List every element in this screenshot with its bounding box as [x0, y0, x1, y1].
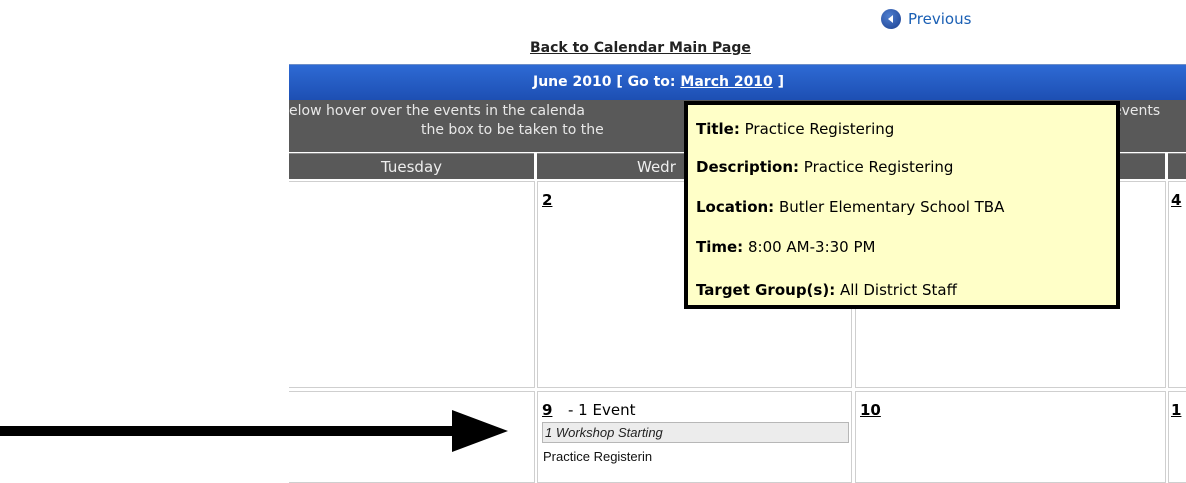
tooltip-title-label: Title:: [696, 120, 740, 138]
tooltip-target-value: All District Staff: [839, 281, 957, 299]
instructions-line-1-right: events: [1113, 103, 1161, 119]
calendar-cell: [289, 181, 535, 388]
calendar-cell: 10: [855, 391, 1166, 483]
day-header-tuesday: Tuesday: [289, 153, 534, 179]
tooltip-target-row: Target Group(s): All District Staff: [696, 281, 957, 299]
calendar-cell: 4: [1168, 181, 1186, 388]
month-header-bar: June 2010 [ Go to: March 2010 ]: [289, 64, 1186, 100]
back-to-calendar-link[interactable]: Back to Calendar Main Page: [530, 40, 751, 56]
tooltip-title-value: Practice Registering: [744, 120, 895, 138]
tooltip-target-label: Target Group(s):: [696, 281, 836, 299]
day-header-label: Wedr: [637, 157, 676, 176]
day-number-link[interactable]: 1: [1171, 401, 1181, 419]
previous-arrow-icon: [881, 9, 901, 29]
day-header-label: Tuesday: [380, 157, 443, 176]
tooltip-description-label: Description:: [696, 158, 800, 176]
event-tooltip: Title: Practice Registering Description:…: [684, 101, 1120, 309]
event-title-link[interactable]: Practice Registerin: [543, 449, 652, 464]
day-number-link[interactable]: 9: [542, 401, 552, 419]
day-number-link[interactable]: 4: [1171, 191, 1181, 209]
tooltip-description-value: Practice Registering: [803, 158, 954, 176]
tooltip-location-label: Location:: [696, 198, 775, 216]
calendar-cell: 1: [1168, 391, 1186, 483]
tooltip-time-row: Time: 8:00 AM-3:30 PM: [696, 238, 875, 256]
day-number-link[interactable]: 10: [860, 401, 881, 419]
tooltip-title-row: Title: Practice Registering: [696, 120, 894, 138]
tooltip-time-label: Time:: [696, 238, 744, 256]
event-type-box[interactable]: 1 Workshop Starting: [542, 422, 849, 443]
previous-label: Previous: [908, 10, 972, 28]
goto-suffix: ]: [777, 74, 785, 90]
tooltip-location-value: Butler Elementary School TBA: [778, 198, 1005, 216]
previous-link[interactable]: Previous: [881, 9, 971, 29]
tooltip-location-row: Location: Butler Elementary School TBA: [696, 198, 1004, 216]
right-arrow-icon: [0, 410, 508, 452]
instructions-line-2: the box to be taken to the: [421, 122, 604, 138]
day-header-friday: [1168, 153, 1186, 179]
instructions-line-1: elow hover over the events in the calend…: [289, 103, 585, 119]
day-number-link[interactable]: 2: [542, 191, 552, 209]
current-month: June 2010: [533, 74, 612, 90]
tooltip-description-row: Description: Practice Registering: [696, 158, 953, 176]
goto-month-link[interactable]: March 2010: [680, 74, 772, 90]
goto-prefix: [ Go to:: [616, 74, 676, 90]
tooltip-time-value: 8:00 AM-3:30 PM: [747, 238, 876, 256]
event-count: - 1 Event: [568, 401, 636, 419]
calendar-cell: 9 - 1 Event 1 Workshop Starting Practice…: [537, 391, 852, 483]
